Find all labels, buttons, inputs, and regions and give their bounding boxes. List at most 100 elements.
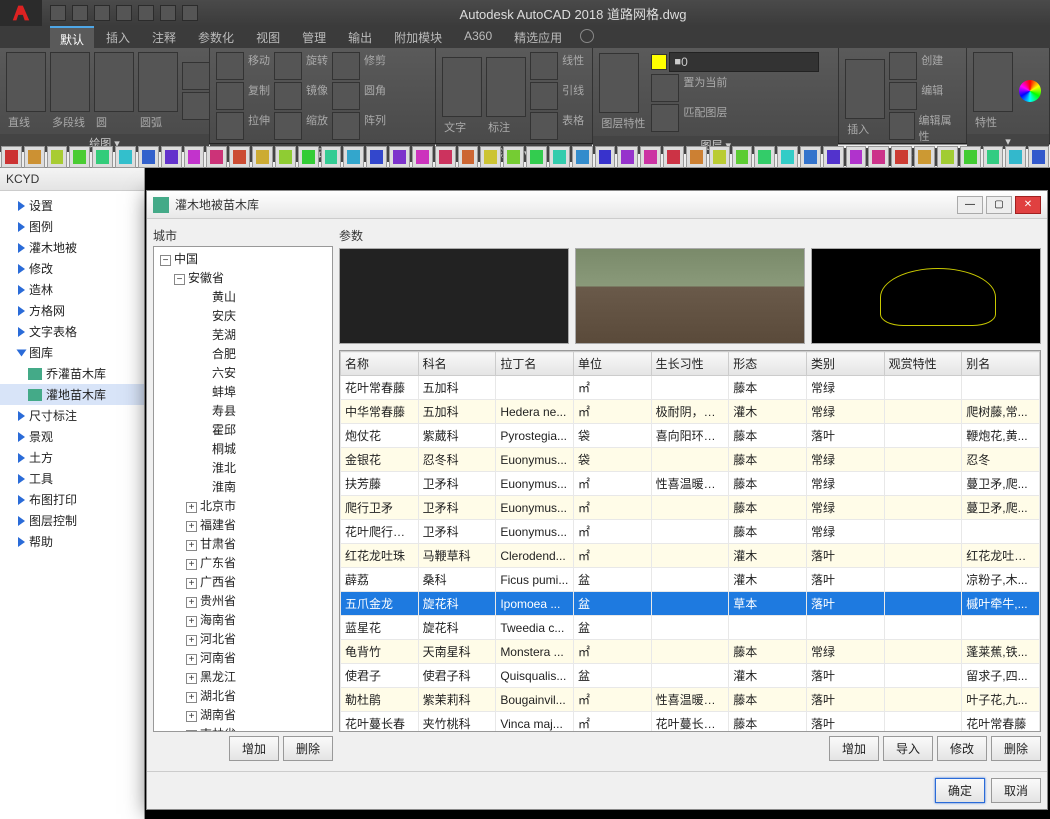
sidebar-sub-item[interactable]: 灌地苗木库 <box>0 384 144 405</box>
table-row[interactable]: 勒杜鹃紫茉莉科Bougainvil...㎡性喜温暖、...藤本落叶叶子花,九..… <box>341 688 1040 712</box>
move-button[interactable] <box>216 52 244 80</box>
tree-city[interactable]: 蚌埠 <box>156 382 330 401</box>
tool-icon-24[interactable] <box>549 146 570 168</box>
column-header[interactable]: 名称 <box>341 352 419 376</box>
tree-city[interactable]: 六安 <box>156 363 330 382</box>
sidebar-sub-item[interactable]: 乔灌苗木库 <box>0 363 144 384</box>
tool-icon-12[interactable] <box>275 146 296 168</box>
table-row[interactable]: 龟背竹天南星科Monstera ...㎡藤本常绿蓬莱蕉,铁... <box>341 640 1040 664</box>
tool-icon-34[interactable] <box>777 146 798 168</box>
table-row[interactable]: 中华常春藤五加科Hedera ne...㎡极耐阴，也...灌木常绿爬树藤,常..… <box>341 400 1040 424</box>
tool-icon-42[interactable] <box>960 146 981 168</box>
table-row[interactable]: 爬行卫矛卫矛科Euonymus...㎡藤本常绿蔓卫矛,爬... <box>341 496 1040 520</box>
fillet-button[interactable] <box>332 82 360 110</box>
tool-icon-30[interactable] <box>686 146 707 168</box>
tree-city[interactable]: 桐城 <box>156 439 330 458</box>
tool-icon-41[interactable] <box>937 146 958 168</box>
tool-icon-43[interactable] <box>983 146 1004 168</box>
tool-icon-18[interactable] <box>412 146 433 168</box>
tool-icon-31[interactable] <box>709 146 730 168</box>
tool-icon-37[interactable] <box>846 146 867 168</box>
tool-icon-27[interactable] <box>617 146 638 168</box>
tab-featured[interactable]: 精选应用 <box>504 26 572 48</box>
qat-redo-icon[interactable] <box>182 5 198 21</box>
sidebar-item[interactable]: 图层控制 <box>0 510 144 531</box>
tool-icon-25[interactable] <box>572 146 593 168</box>
sidebar-item[interactable]: 尺寸标注 <box>0 405 144 426</box>
tool-icon-20[interactable] <box>458 146 479 168</box>
tool-icon-38[interactable] <box>868 146 889 168</box>
tree-add-button[interactable]: 增加 <box>229 736 279 761</box>
props-button[interactable] <box>973 52 1013 112</box>
tab-default[interactable]: 默认 <box>50 26 94 48</box>
tool-icon-14[interactable] <box>321 146 342 168</box>
mirror-button[interactable] <box>274 82 302 110</box>
qat-open-icon[interactable] <box>72 5 88 21</box>
qat-saveas-icon[interactable] <box>116 5 132 21</box>
tool-icon-40[interactable] <box>914 146 935 168</box>
tool-icon-17[interactable] <box>389 146 410 168</box>
close-button[interactable]: ✕ <box>1015 196 1041 214</box>
column-header[interactable]: 单位 <box>573 352 651 376</box>
tool-icon-36[interactable] <box>823 146 844 168</box>
sidebar-item[interactable]: 修改 <box>0 258 144 279</box>
tool-icon-29[interactable] <box>663 146 684 168</box>
layerprops-button[interactable] <box>599 53 639 113</box>
sidebar-item-lib[interactable]: 图库 <box>0 342 144 363</box>
table-row[interactable]: 扶芳藤卫矛科Euonymus...㎡性喜温暖、...藤本常绿蔓卫矛,爬... <box>341 472 1040 496</box>
sidebar-item[interactable]: 设置 <box>0 195 144 216</box>
line-button[interactable] <box>6 52 46 112</box>
tool-icon-13[interactable] <box>298 146 319 168</box>
tab-manage[interactable]: 管理 <box>292 26 336 48</box>
app-logo[interactable] <box>0 0 42 26</box>
tool-icon-6[interactable] <box>138 146 159 168</box>
tree-province[interactable]: +湖南省 <box>156 705 330 724</box>
tool-icon-22[interactable] <box>503 146 524 168</box>
tree-city[interactable]: 合肥 <box>156 344 330 363</box>
tool-icon-2[interactable] <box>47 146 68 168</box>
tree-city[interactable]: 淮南 <box>156 477 330 496</box>
draw-more-2[interactable] <box>182 92 210 120</box>
sidebar-item[interactable]: 土方 <box>0 447 144 468</box>
qat-new-icon[interactable] <box>50 5 66 21</box>
array-button[interactable] <box>332 112 360 140</box>
setcurrent-button[interactable] <box>651 74 679 102</box>
tool-icon-19[interactable] <box>435 146 456 168</box>
tool-icon-4[interactable] <box>92 146 113 168</box>
draw-more-1[interactable] <box>182 62 210 90</box>
cancel-button[interactable]: 取消 <box>991 778 1041 803</box>
table-row[interactable]: 炮仗花紫葳科Pyrostegia...袋喜向阳环境...藤本落叶鞭炮花,黄... <box>341 424 1040 448</box>
table-delete-button[interactable]: 删除 <box>991 736 1041 761</box>
table-import-button[interactable]: 导入 <box>883 736 933 761</box>
minimize-button[interactable]: — <box>957 196 983 214</box>
dim-button[interactable] <box>486 57 526 117</box>
tool-icon-8[interactable] <box>184 146 205 168</box>
tab-insert[interactable]: 插入 <box>96 26 140 48</box>
tree-province[interactable]: +广西省 <box>156 572 330 591</box>
city-tree[interactable]: −中国−安徽省黄山安庆芜湖合肥六安蚌埠寿县霍邱桐城淮北淮南+北京市+福建省+甘肃… <box>153 246 333 732</box>
tree-delete-button[interactable]: 删除 <box>283 736 333 761</box>
tree-province[interactable]: +贵州省 <box>156 591 330 610</box>
text-button[interactable] <box>442 57 482 117</box>
column-header[interactable]: 拉丁名 <box>496 352 574 376</box>
tool-icon-45[interactable] <box>1028 146 1049 168</box>
table-row[interactable]: 金银花忍冬科Euonymus...袋藤本常绿忍冬 <box>341 448 1040 472</box>
column-header[interactable]: 类别 <box>806 352 884 376</box>
tab-a360[interactable]: A360 <box>454 26 502 48</box>
tool-icon-3[interactable] <box>69 146 90 168</box>
tree-province[interactable]: +河北省 <box>156 629 330 648</box>
scale-button[interactable] <box>274 112 302 140</box>
tool-icon-7[interactable] <box>161 146 182 168</box>
tool-icon-0[interactable] <box>1 146 22 168</box>
table-button[interactable] <box>530 112 558 140</box>
tool-icon-9[interactable] <box>206 146 227 168</box>
rotate-button[interactable] <box>274 52 302 80</box>
bulb-icon[interactable] <box>651 54 667 70</box>
tree-city[interactable]: 芜湖 <box>156 325 330 344</box>
tool-icon-5[interactable] <box>115 146 136 168</box>
tree-city[interactable]: 黄山 <box>156 287 330 306</box>
tree-province[interactable]: +黑龙江 <box>156 667 330 686</box>
tree-province[interactable]: +吉林省 <box>156 724 330 732</box>
circle-button[interactable] <box>94 52 134 112</box>
layer-combo[interactable]: ■ 0 <box>669 52 819 72</box>
